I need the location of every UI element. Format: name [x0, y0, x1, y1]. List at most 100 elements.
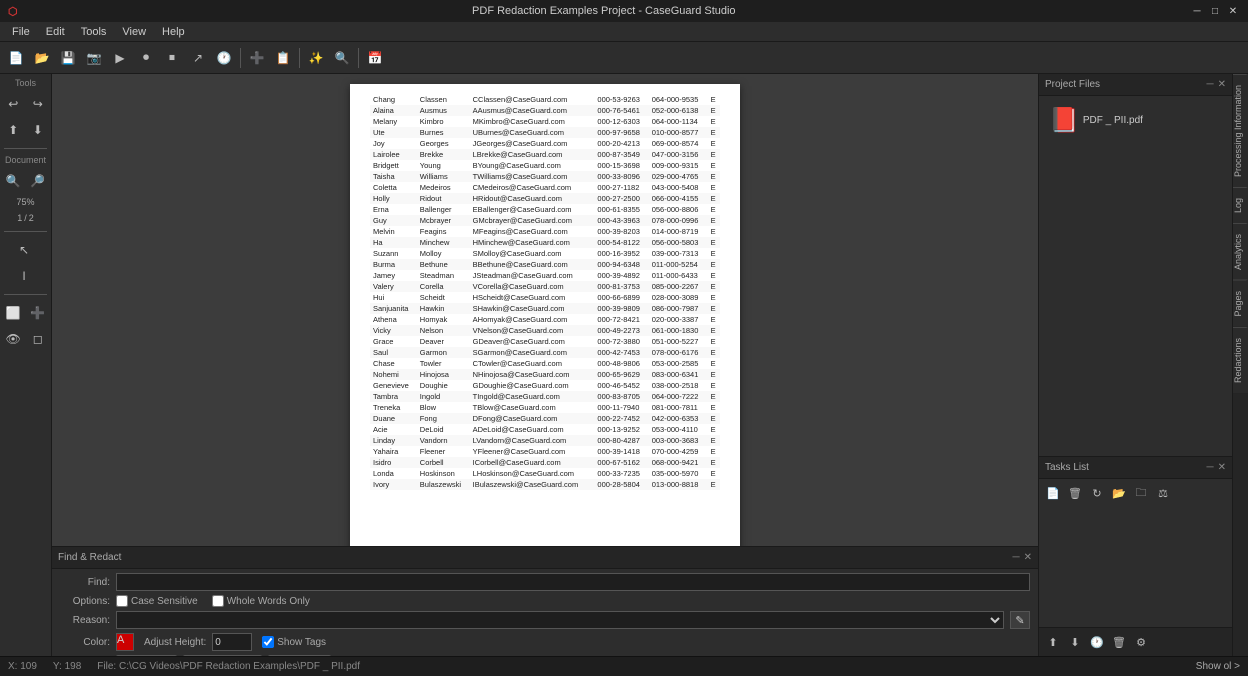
panel-minimize-icon[interactable]: ─	[1013, 552, 1020, 563]
tool-zoom-out[interactable]: 🔍	[2, 169, 25, 193]
tasks-section: Tasks List ─ ✕ 📄 🗑 ↻ 📂 🗀 ⚖	[1039, 456, 1232, 627]
table-row: IvoryBulaszewskiIBulaszewski@CaseGuard.c…	[370, 479, 720, 490]
toolbar-record[interactable]: ⏺	[134, 46, 158, 70]
tab-processing-info[interactable]: Processing Information	[1233, 74, 1248, 187]
show-tags-checkbox[interactable]	[262, 636, 274, 648]
lp-sep2	[4, 231, 47, 232]
zoom-level: 75%	[16, 197, 34, 207]
maximize-button[interactable]: □	[1208, 4, 1222, 18]
menu-help[interactable]: Help	[154, 22, 193, 42]
panel-close-icon[interactable]: ✕	[1024, 552, 1032, 563]
table-row: HuiScheidtHScheidt@CaseGuard.com000-66-6…	[370, 292, 720, 303]
color-picker[interactable]: A	[116, 633, 134, 651]
close-button[interactable]: ✕	[1226, 4, 1240, 18]
toolbar-history[interactable]: 🕐	[212, 46, 236, 70]
show-tags-option[interactable]: Show Tags	[262, 636, 326, 648]
tab-analytics[interactable]: Analytics	[1233, 223, 1248, 280]
project-files-header: Project Files ─ ✕	[1039, 74, 1232, 96]
reason-select[interactable]	[116, 611, 1004, 629]
document-label: Document	[2, 155, 49, 165]
task-folder[interactable]: 🗀	[1131, 483, 1151, 503]
menu-file[interactable]: File	[4, 22, 38, 42]
toolbar-export[interactable]: ↗	[186, 46, 210, 70]
table-row: BridgettYoungBYoung@CaseGuard.com000-15-…	[370, 160, 720, 171]
menu-tools[interactable]: Tools	[73, 22, 115, 42]
x-coord: X: 109	[8, 661, 37, 672]
reason-edit-btn[interactable]: ✎	[1010, 611, 1030, 629]
tool-select[interactable]: ↖	[2, 238, 46, 262]
adjust-height-input[interactable]	[212, 633, 252, 651]
tasks-minimize[interactable]: ─	[1207, 462, 1214, 473]
table-row: TrenekaBlowTBlow@CaseGuard.com000-11-794…	[370, 402, 720, 413]
toolbar-find[interactable]: 🔍	[330, 46, 354, 70]
toolbar-sep2	[299, 48, 300, 68]
tools-section: Tools ↩ ↪ ⬆ ⬇	[2, 78, 49, 142]
table-row: YahairaFleenerYFleener@CaseGuard.com000-…	[370, 446, 720, 457]
toolbar-save[interactable]: 💾	[56, 46, 80, 70]
tasks-toolbar: 📄 🗑 ↻ 📂 🗀 ⚖	[1039, 479, 1232, 507]
table-row: ChangClassenCClassen@CaseGuard.com000-53…	[370, 94, 720, 105]
task-up[interactable]: ⬆	[1043, 632, 1063, 652]
toolbar-magic[interactable]: ✨	[304, 46, 328, 70]
tool-add-shape[interactable]: ➕	[27, 301, 50, 325]
task-new[interactable]: 📄	[1043, 483, 1063, 503]
table-row: MelanyKimbroMKimbro@CaseGuard.com000-12-…	[370, 116, 720, 127]
y-coord: Y: 198	[53, 661, 81, 672]
project-files-close[interactable]: ✕	[1218, 79, 1226, 90]
whole-words-option[interactable]: Whole Words Only	[212, 595, 310, 607]
toolbar-pdf[interactable]: 📋	[271, 46, 295, 70]
task-settings[interactable]: ⚙	[1131, 632, 1151, 652]
toolbar-camera[interactable]: 📷	[82, 46, 106, 70]
find-input[interactable]	[116, 573, 1030, 591]
minimize-button[interactable]: ─	[1190, 4, 1204, 18]
find-redact-header: Find & Redact ─ ✕	[52, 547, 1038, 569]
tool-next[interactable]: ⬇	[27, 118, 50, 142]
find-redact-title: Find & Redact	[58, 552, 121, 563]
file-tree: 📕 PDF _ PII.pdf	[1039, 96, 1232, 456]
toolbar-sep3	[358, 48, 359, 68]
task-open[interactable]: 📂	[1109, 483, 1129, 503]
toolbar-calendar[interactable]: 📅	[363, 46, 387, 70]
task-scale[interactable]: ⚖	[1153, 483, 1173, 503]
task-down[interactable]: ⬇	[1065, 632, 1085, 652]
tool-prev[interactable]: ⬆	[2, 118, 25, 142]
menu-view[interactable]: View	[114, 22, 154, 42]
toolbar-add[interactable]: ➕	[245, 46, 269, 70]
toolbar-open[interactable]: 📂	[30, 46, 54, 70]
toolbar-new[interactable]: 📄	[4, 46, 28, 70]
find-redact-panel: Find & Redact ─ ✕ Find: Options:	[52, 546, 1038, 656]
tasks-header: Tasks List ─ ✕	[1039, 457, 1232, 479]
task-delete[interactable]: 🗑	[1065, 483, 1085, 503]
table-row: ChaseTowlerCTowler@CaseGuard.com000-48-9…	[370, 358, 720, 369]
whole-words-checkbox[interactable]	[212, 595, 224, 607]
tool-hide[interactable]: ◻	[27, 327, 50, 351]
tab-pages[interactable]: Pages	[1233, 280, 1248, 327]
toolbar-video[interactable]: ▶	[108, 46, 132, 70]
right-main-content: Project Files ─ ✕ 📕 PDF _ PII.pdf Task	[1039, 74, 1232, 656]
table-row: LindayVandornLVandorn@CaseGuard.com000-8…	[370, 435, 720, 446]
adjust-height-label: Adjust Height:	[144, 637, 206, 648]
task-history[interactable]: 🕐	[1087, 632, 1107, 652]
case-sensitive-option[interactable]: Case Sensitive	[116, 595, 198, 607]
tasks-close[interactable]: ✕	[1218, 462, 1226, 473]
menu-edit[interactable]: Edit	[38, 22, 73, 42]
table-row: HaMinchewHMinchew@CaseGuard.com000-54-81…	[370, 237, 720, 248]
show-all-text[interactable]: Show ol >	[1196, 661, 1240, 672]
tool-shapes[interactable]: ⬜	[2, 301, 25, 325]
tab-redactions[interactable]: Redactions	[1233, 327, 1248, 393]
tool-eye[interactable]: 👁	[2, 327, 25, 351]
project-files-minimize[interactable]: ─	[1207, 79, 1214, 90]
tool-undo[interactable]: ↩	[2, 92, 25, 116]
tool-pointer[interactable]: I	[2, 264, 46, 288]
tab-log[interactable]: Log	[1233, 187, 1248, 223]
table-row: NohemiHinojosaNHinojosa@CaseGuard.com000…	[370, 369, 720, 380]
file-item-pdf[interactable]: 📕 PDF _ PII.pdf	[1045, 102, 1226, 139]
toolbar-stop[interactable]: ⏹	[160, 46, 184, 70]
task-refresh[interactable]: ↻	[1087, 483, 1107, 503]
task-trash[interactable]: 🗑	[1109, 632, 1129, 652]
file-path-status: File: C:\CG Videos\PDF Redaction Example…	[97, 661, 360, 672]
tool-zoom-in[interactable]: 🔎	[27, 169, 50, 193]
table-row: MelvinFeaginsMFeagins@CaseGuard.com000-3…	[370, 226, 720, 237]
case-sensitive-checkbox[interactable]	[116, 595, 128, 607]
tool-redo[interactable]: ↪	[27, 92, 50, 116]
